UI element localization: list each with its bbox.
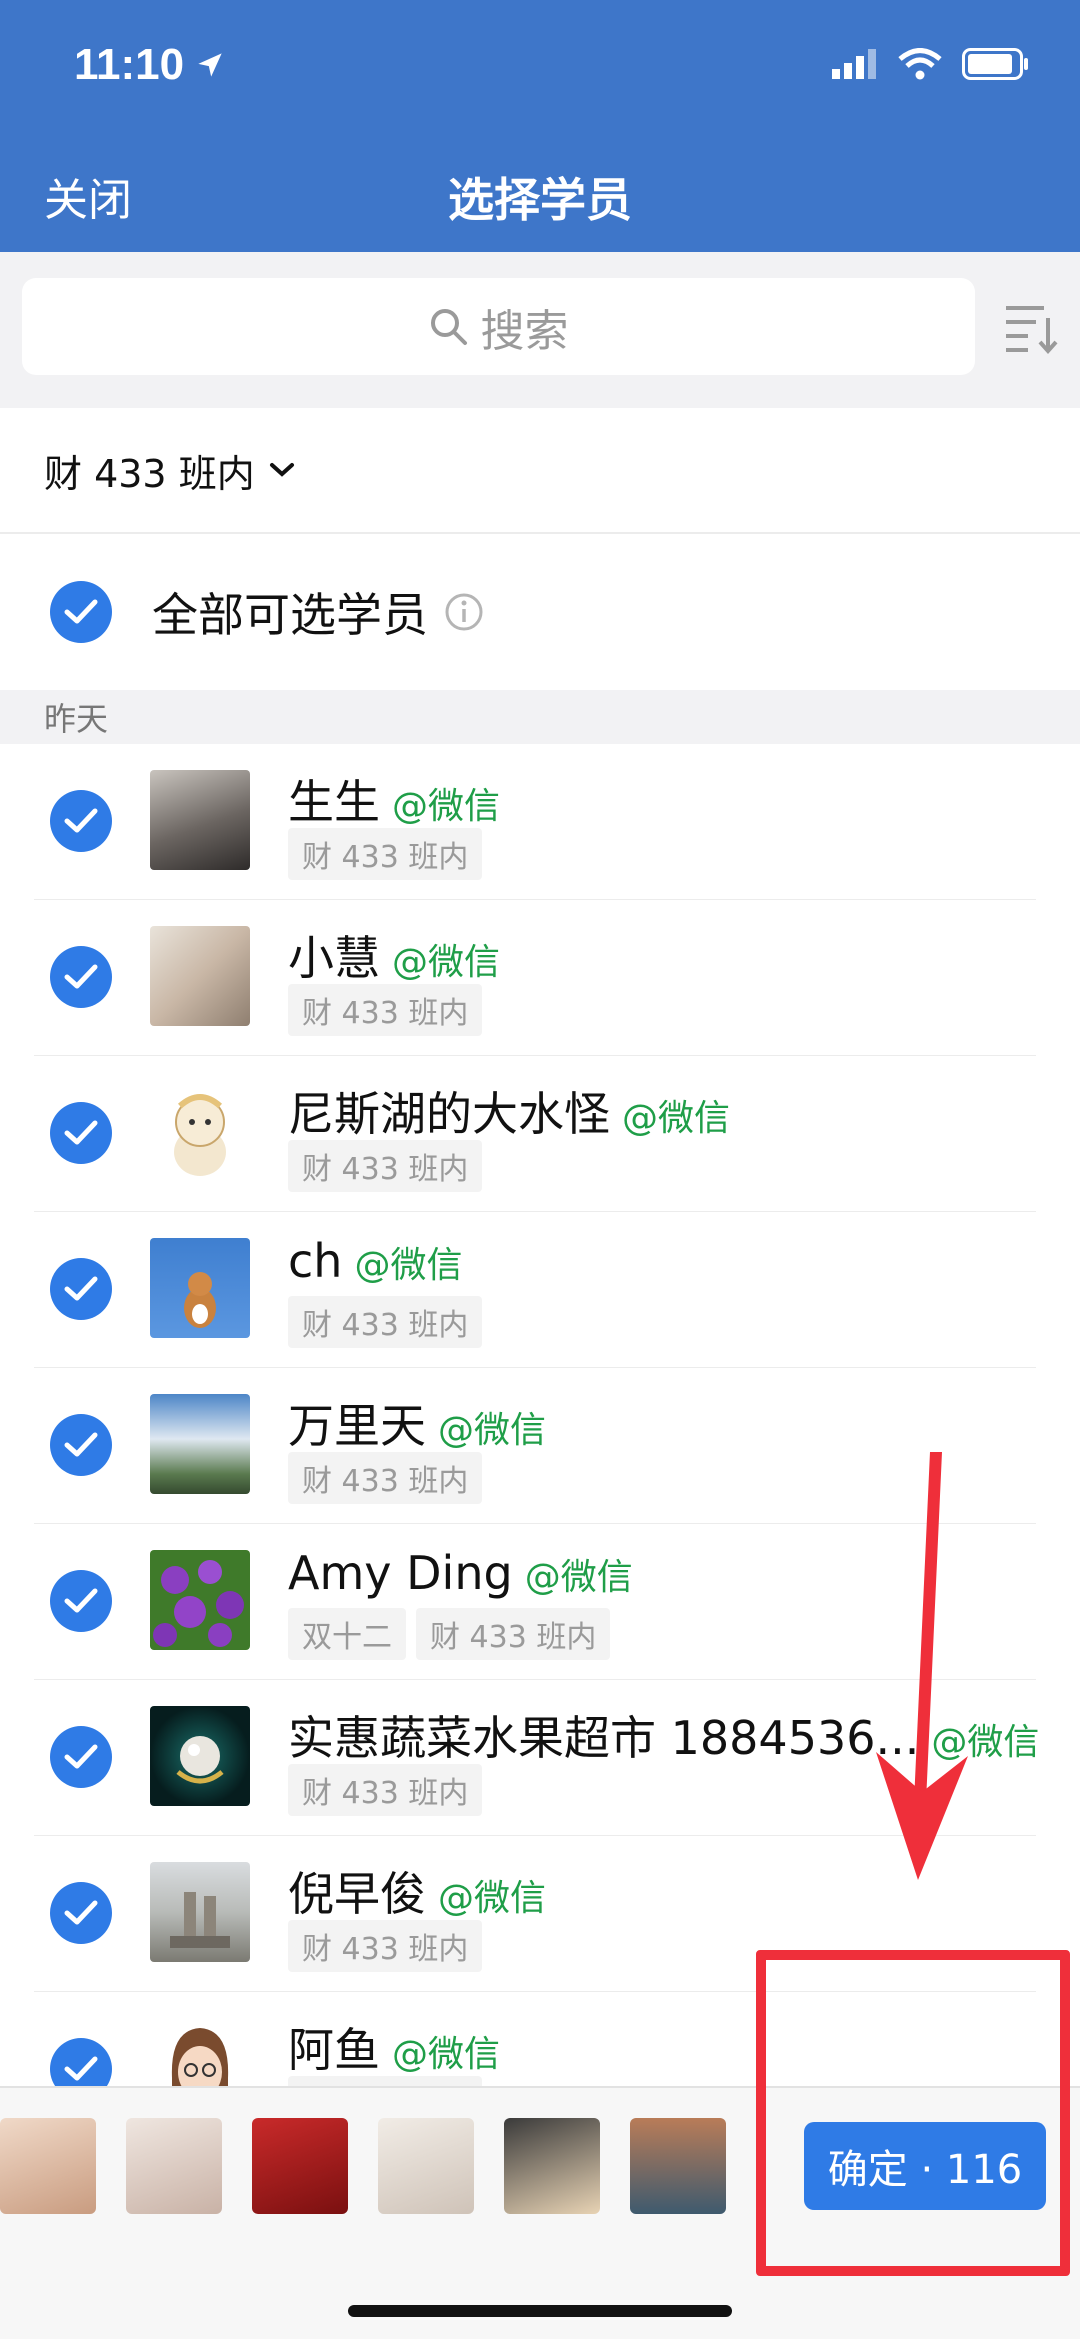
student-name: 生生 bbox=[288, 775, 380, 829]
select-all-label: 全部可选学员 bbox=[152, 588, 428, 642]
avatar bbox=[150, 926, 250, 1026]
checkbox-checked-icon[interactable] bbox=[50, 946, 112, 1008]
student-list: 生生 @微信 财 433 班内 小慧 @微信 财 433 班内 尼斯湖的大水怪 … bbox=[0, 744, 1080, 2148]
list-item[interactable]: 生生 @微信 财 433 班内 bbox=[34, 744, 1036, 900]
chevron-down-icon bbox=[269, 463, 294, 477]
list-item[interactable]: ch @微信 财 433 班内 bbox=[34, 1212, 1036, 1368]
info-icon[interactable] bbox=[444, 592, 484, 632]
checkbox-checked-icon[interactable] bbox=[50, 1102, 112, 1164]
list-item[interactable]: 尼斯湖的大水怪 @微信 财 433 班内 bbox=[34, 1056, 1036, 1212]
wechat-source-label: @微信 bbox=[438, 1878, 547, 1919]
avatar bbox=[150, 770, 250, 870]
class-tag: 财 433 班内 bbox=[288, 1920, 483, 1972]
avatar bbox=[150, 1862, 250, 1962]
annotation-highlight-box bbox=[756, 1950, 1070, 2276]
wechat-source-label: @微信 bbox=[524, 1557, 633, 1598]
student-name: 实惠蔬菜水果超市 1884536... bbox=[288, 1711, 920, 1765]
search-input[interactable]: 搜索 bbox=[22, 278, 975, 375]
annotation-arrow-icon bbox=[876, 1452, 968, 1880]
selected-avatar[interactable] bbox=[630, 2118, 726, 2214]
wechat-source-label: @微信 bbox=[354, 1245, 463, 1286]
avatar bbox=[150, 1082, 250, 1182]
student-name: 小慧 bbox=[288, 931, 380, 985]
wechat-source-label: @微信 bbox=[392, 942, 501, 983]
avatar bbox=[150, 1550, 250, 1650]
page-title: 选择学员 bbox=[448, 173, 632, 227]
section-label: 昨天 bbox=[44, 700, 109, 738]
battery-icon bbox=[962, 48, 1028, 80]
checkbox-checked-icon[interactable] bbox=[50, 1258, 112, 1320]
student-name: 阿鱼 bbox=[288, 2023, 380, 2077]
wifi-icon bbox=[898, 48, 942, 80]
avatar bbox=[150, 1706, 250, 1806]
selected-avatar[interactable] bbox=[0, 2118, 96, 2214]
wechat-source-label: @微信 bbox=[622, 1098, 731, 1139]
student-name: 万里天 bbox=[288, 1399, 426, 1453]
selected-avatars[interactable] bbox=[0, 2118, 726, 2214]
checkbox-checked-icon[interactable] bbox=[50, 581, 112, 643]
select-all-row[interactable]: 全部可选学员 bbox=[0, 534, 1080, 690]
avatar bbox=[150, 1394, 250, 1494]
class-tag: 财 433 班内 bbox=[288, 1452, 483, 1504]
class-tag: 财 433 班内 bbox=[416, 1608, 611, 1660]
wechat-source-label: @微信 bbox=[438, 1410, 547, 1451]
selected-avatar[interactable] bbox=[504, 2118, 600, 2214]
class-tag: 财 433 班内 bbox=[288, 1140, 483, 1192]
group-tag: 双十二 bbox=[288, 1608, 406, 1660]
class-tag: 财 433 班内 bbox=[288, 984, 483, 1036]
class-selector[interactable]: 财 433 班内 bbox=[0, 408, 1080, 534]
navigation-bar: 关闭 选择学员 bbox=[0, 140, 1080, 252]
selected-avatar[interactable] bbox=[252, 2118, 348, 2214]
status-bar: 11:10 bbox=[0, 0, 1080, 140]
class-tag: 财 433 班内 bbox=[288, 1764, 483, 1816]
search-placeholder: 搜索 bbox=[480, 305, 569, 357]
selected-avatar[interactable] bbox=[126, 2118, 222, 2214]
class-tag: 财 433 班内 bbox=[288, 828, 483, 880]
selected-avatar[interactable] bbox=[378, 2118, 474, 2214]
checkbox-checked-icon[interactable] bbox=[50, 1882, 112, 1944]
search-bar: 搜索 bbox=[0, 252, 1080, 408]
student-name: Amy Ding bbox=[288, 1546, 513, 1600]
wechat-source-label: @微信 bbox=[392, 786, 501, 827]
class-selector-label: 财 433 班内 bbox=[44, 451, 255, 496]
checkbox-checked-icon[interactable] bbox=[50, 1570, 112, 1632]
wechat-source-label: @微信 bbox=[392, 2034, 501, 2075]
checkbox-checked-icon[interactable] bbox=[50, 1414, 112, 1476]
location-arrow-icon bbox=[196, 40, 224, 89]
student-name: 倪早俊 bbox=[288, 1867, 426, 1921]
checkbox-checked-icon[interactable] bbox=[50, 790, 112, 852]
home-indicator bbox=[348, 2305, 732, 2317]
class-tag: 财 433 班内 bbox=[288, 1296, 483, 1348]
status-time: 11:10 bbox=[74, 40, 185, 89]
list-item[interactable]: 小慧 @微信 财 433 班内 bbox=[34, 900, 1036, 1056]
section-header-yesterday: 昨天 bbox=[0, 690, 1080, 744]
search-icon bbox=[430, 308, 467, 345]
sort-icon[interactable] bbox=[1004, 304, 1058, 354]
checkbox-checked-icon[interactable] bbox=[50, 1726, 112, 1788]
avatar bbox=[150, 1238, 250, 1338]
signal-icon bbox=[832, 49, 876, 79]
student-name: ch bbox=[288, 1234, 343, 1288]
student-name: 尼斯湖的大水怪 bbox=[288, 1087, 610, 1141]
